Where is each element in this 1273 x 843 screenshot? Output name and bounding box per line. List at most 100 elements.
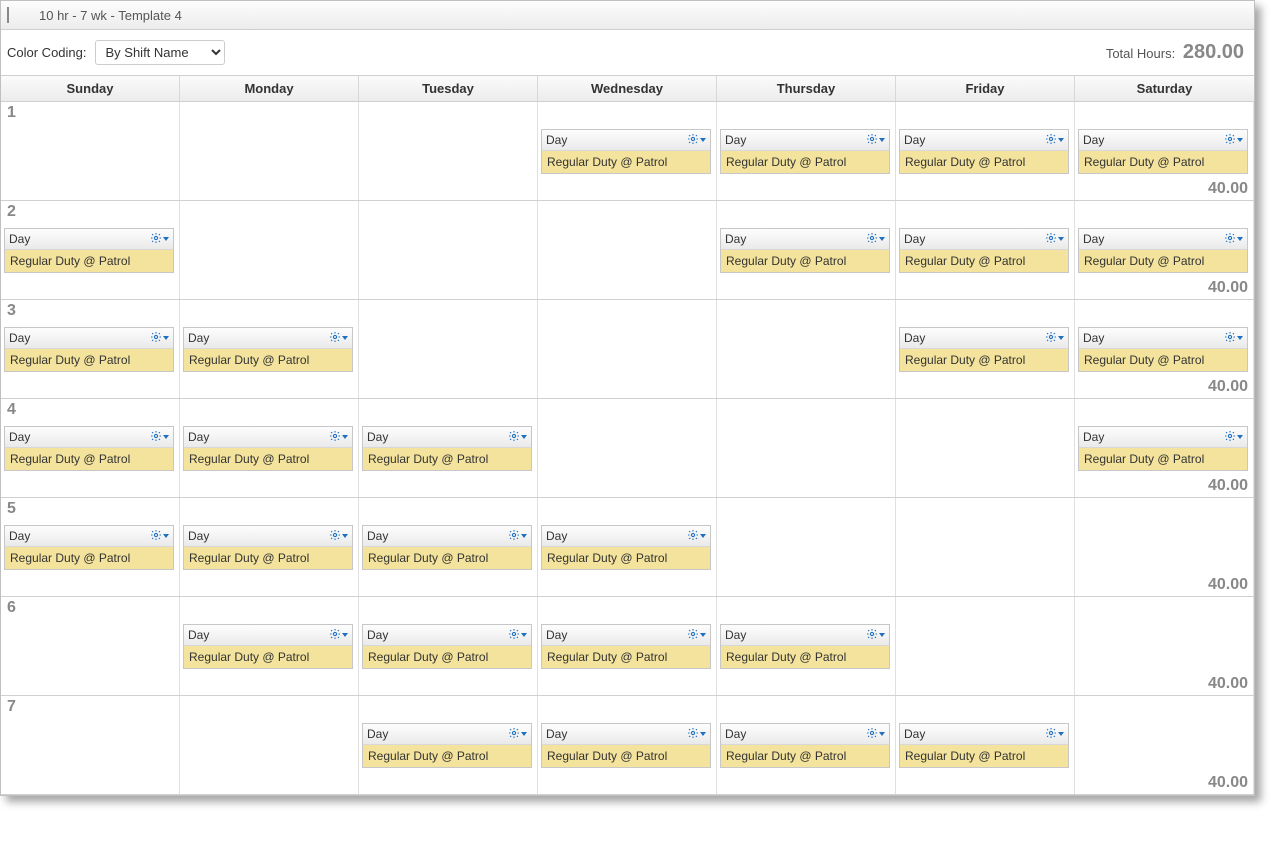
day-cell[interactable]: 7 — [1, 696, 180, 794]
day-cell[interactable]: DayRegular Duty @ Patrol — [538, 696, 717, 794]
shift-block[interactable]: DayRegular Duty @ Patrol — [4, 525, 174, 570]
day-cell[interactable]: DayRegular Duty @ Patrol — [538, 597, 717, 695]
day-cell[interactable]: DayRegular Duty @ Patrol — [896, 102, 1075, 200]
shift-settings-button[interactable] — [329, 529, 348, 544]
day-cell[interactable]: 2DayRegular Duty @ Patrol — [1, 201, 180, 299]
day-cell[interactable] — [538, 201, 717, 299]
day-cell[interactable] — [717, 300, 896, 398]
shift-block[interactable]: DayRegular Duty @ Patrol — [720, 129, 890, 174]
shift-settings-button[interactable] — [329, 628, 348, 643]
shift-block[interactable]: DayRegular Duty @ Patrol — [1078, 426, 1248, 471]
day-cell[interactable]: DayRegular Duty @ Patrol — [359, 696, 538, 794]
day-cell[interactable] — [896, 399, 1075, 497]
day-cell[interactable]: 5DayRegular Duty @ Patrol — [1, 498, 180, 596]
shift-block[interactable]: DayRegular Duty @ Patrol — [899, 228, 1069, 273]
shift-settings-button[interactable] — [687, 529, 706, 544]
day-cell[interactable]: DayRegular Duty @ Patrol — [359, 597, 538, 695]
day-cell[interactable] — [180, 696, 359, 794]
shift-settings-button[interactable] — [329, 331, 348, 346]
shift-block[interactable]: DayRegular Duty @ Patrol — [541, 129, 711, 174]
shift-settings-button[interactable] — [329, 430, 348, 445]
shift-settings-button[interactable] — [150, 232, 169, 247]
day-cell[interactable]: DayRegular Duty @ Patrol — [896, 201, 1075, 299]
shift-block[interactable]: DayRegular Duty @ Patrol — [1078, 129, 1248, 174]
day-cell[interactable]: DayRegular Duty @ Patrol — [180, 597, 359, 695]
shift-settings-button[interactable] — [866, 727, 885, 742]
shift-block[interactable]: DayRegular Duty @ Patrol — [720, 624, 890, 669]
shift-block[interactable]: DayRegular Duty @ Patrol — [1078, 228, 1248, 273]
day-cell[interactable]: 1 — [1, 102, 180, 200]
shift-settings-button[interactable] — [687, 727, 706, 742]
day-cell[interactable]: DayRegular Duty @ Patrol — [538, 498, 717, 596]
day-cell[interactable] — [359, 201, 538, 299]
shift-block[interactable]: DayRegular Duty @ Patrol — [183, 624, 353, 669]
shift-block[interactable]: DayRegular Duty @ Patrol — [899, 723, 1069, 768]
shift-settings-button[interactable] — [1045, 727, 1064, 742]
shift-settings-button[interactable] — [1045, 133, 1064, 148]
shift-block[interactable]: DayRegular Duty @ Patrol — [4, 228, 174, 273]
shift-block[interactable]: DayRegular Duty @ Patrol — [720, 228, 890, 273]
day-cell[interactable] — [896, 597, 1075, 695]
shift-settings-button[interactable] — [687, 628, 706, 643]
shift-settings-button[interactable] — [866, 628, 885, 643]
day-cell[interactable]: DayRegular Duty @ Patrol — [538, 102, 717, 200]
shift-block[interactable]: DayRegular Duty @ Patrol — [541, 525, 711, 570]
day-cell[interactable] — [538, 399, 717, 497]
shift-settings-button[interactable] — [150, 331, 169, 346]
day-cell[interactable] — [359, 300, 538, 398]
shift-settings-button[interactable] — [1224, 133, 1243, 148]
day-cell[interactable] — [359, 102, 538, 200]
shift-block[interactable]: DayRegular Duty @ Patrol — [362, 426, 532, 471]
color-coding-select[interactable]: By Shift Name — [95, 40, 225, 65]
shift-block[interactable]: DayRegular Duty @ Patrol — [899, 327, 1069, 372]
shift-settings-button[interactable] — [866, 232, 885, 247]
day-cell[interactable]: DayRegular Duty @ Patrol — [717, 201, 896, 299]
shift-settings-button[interactable] — [150, 529, 169, 544]
day-cell[interactable]: DayRegular Duty @ Patrol — [896, 696, 1075, 794]
day-cell[interactable] — [180, 201, 359, 299]
day-cell[interactable]: DayRegular Duty @ Patrol — [717, 102, 896, 200]
shift-block[interactable]: DayRegular Duty @ Patrol — [362, 525, 532, 570]
day-cell[interactable]: 4DayRegular Duty @ Patrol — [1, 399, 180, 497]
day-cell[interactable] — [180, 102, 359, 200]
shift-block[interactable]: DayRegular Duty @ Patrol — [183, 525, 353, 570]
day-cell[interactable]: 3DayRegular Duty @ Patrol — [1, 300, 180, 398]
shift-settings-button[interactable] — [1045, 331, 1064, 346]
day-cell[interactable] — [717, 399, 896, 497]
day-cell[interactable]: DayRegular Duty @ Patrol — [359, 498, 538, 596]
shift-block[interactable]: DayRegular Duty @ Patrol — [541, 723, 711, 768]
day-cell[interactable] — [896, 498, 1075, 596]
shift-settings-button[interactable] — [687, 133, 706, 148]
day-cell[interactable]: DayRegular Duty @ Patrol — [180, 399, 359, 497]
day-cell[interactable]: 6 — [1, 597, 180, 695]
day-cell[interactable]: DayRegular Duty @ Patrol — [896, 300, 1075, 398]
day-cell[interactable]: DayRegular Duty @ Patrol — [180, 300, 359, 398]
day-cell[interactable]: DayRegular Duty @ Patrol — [180, 498, 359, 596]
shift-block[interactable]: DayRegular Duty @ Patrol — [183, 327, 353, 372]
shift-block[interactable]: DayRegular Duty @ Patrol — [4, 327, 174, 372]
shift-settings-button[interactable] — [866, 133, 885, 148]
day-cell[interactable]: DayRegular Duty @ Patrol — [717, 696, 896, 794]
shift-block[interactable]: DayRegular Duty @ Patrol — [183, 426, 353, 471]
shift-settings-button[interactable] — [508, 430, 527, 445]
weekday-tuesday: Tuesday — [359, 76, 538, 101]
shift-block[interactable]: DayRegular Duty @ Patrol — [362, 723, 532, 768]
shift-block[interactable]: DayRegular Duty @ Patrol — [541, 624, 711, 669]
shift-settings-button[interactable] — [1045, 232, 1064, 247]
shift-settings-button[interactable] — [508, 727, 527, 742]
shift-settings-button[interactable] — [1224, 232, 1243, 247]
shift-block[interactable]: DayRegular Duty @ Patrol — [362, 624, 532, 669]
shift-settings-button[interactable] — [1224, 430, 1243, 445]
shift-block[interactable]: DayRegular Duty @ Patrol — [720, 723, 890, 768]
day-cell[interactable]: DayRegular Duty @ Patrol — [359, 399, 538, 497]
shift-settings-button[interactable] — [508, 529, 527, 544]
day-cell[interactable] — [717, 498, 896, 596]
day-cell[interactable]: DayRegular Duty @ Patrol — [717, 597, 896, 695]
shift-settings-button[interactable] — [150, 430, 169, 445]
shift-block[interactable]: DayRegular Duty @ Patrol — [1078, 327, 1248, 372]
day-cell[interactable] — [538, 300, 717, 398]
shift-settings-button[interactable] — [1224, 331, 1243, 346]
shift-block[interactable]: DayRegular Duty @ Patrol — [899, 129, 1069, 174]
shift-block[interactable]: DayRegular Duty @ Patrol — [4, 426, 174, 471]
shift-settings-button[interactable] — [508, 628, 527, 643]
